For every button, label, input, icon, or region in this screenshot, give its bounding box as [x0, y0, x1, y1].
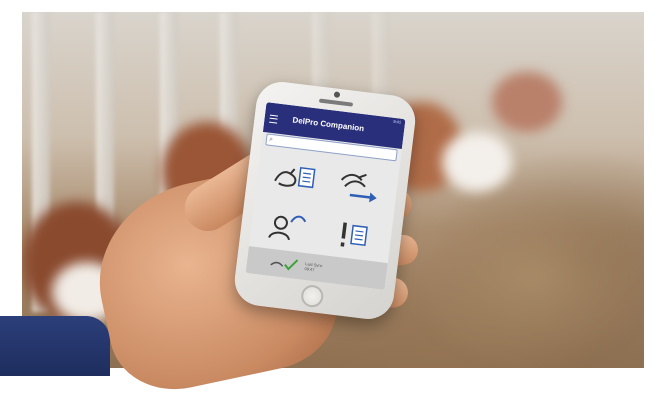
sync-check-icon — [270, 259, 299, 271]
cow-info-icon — [274, 166, 316, 189]
search-icon: ⌕ — [268, 135, 274, 144]
sleeve — [0, 316, 110, 376]
menu-icon[interactable] — [269, 114, 278, 124]
home-button[interactable] — [299, 283, 325, 309]
last-sync-text: Last Sync 09:47 — [304, 261, 323, 273]
herd-move-icon — [340, 173, 377, 203]
app-screen: 9:41 DelPro Companion ⌕ Last Sync 09:47 — [245, 102, 406, 290]
user-group-icon — [268, 215, 307, 241]
floor-blur — [402, 182, 644, 368]
speaker-grille — [318, 98, 354, 107]
cow-blur — [492, 72, 562, 132]
status-time: 9:41 — [393, 118, 402, 125]
alert-list-icon — [340, 222, 368, 247]
front-camera — [333, 91, 341, 99]
phone: 9:41 DelPro Companion ⌕ Last Sync 09:47 — [231, 79, 419, 322]
